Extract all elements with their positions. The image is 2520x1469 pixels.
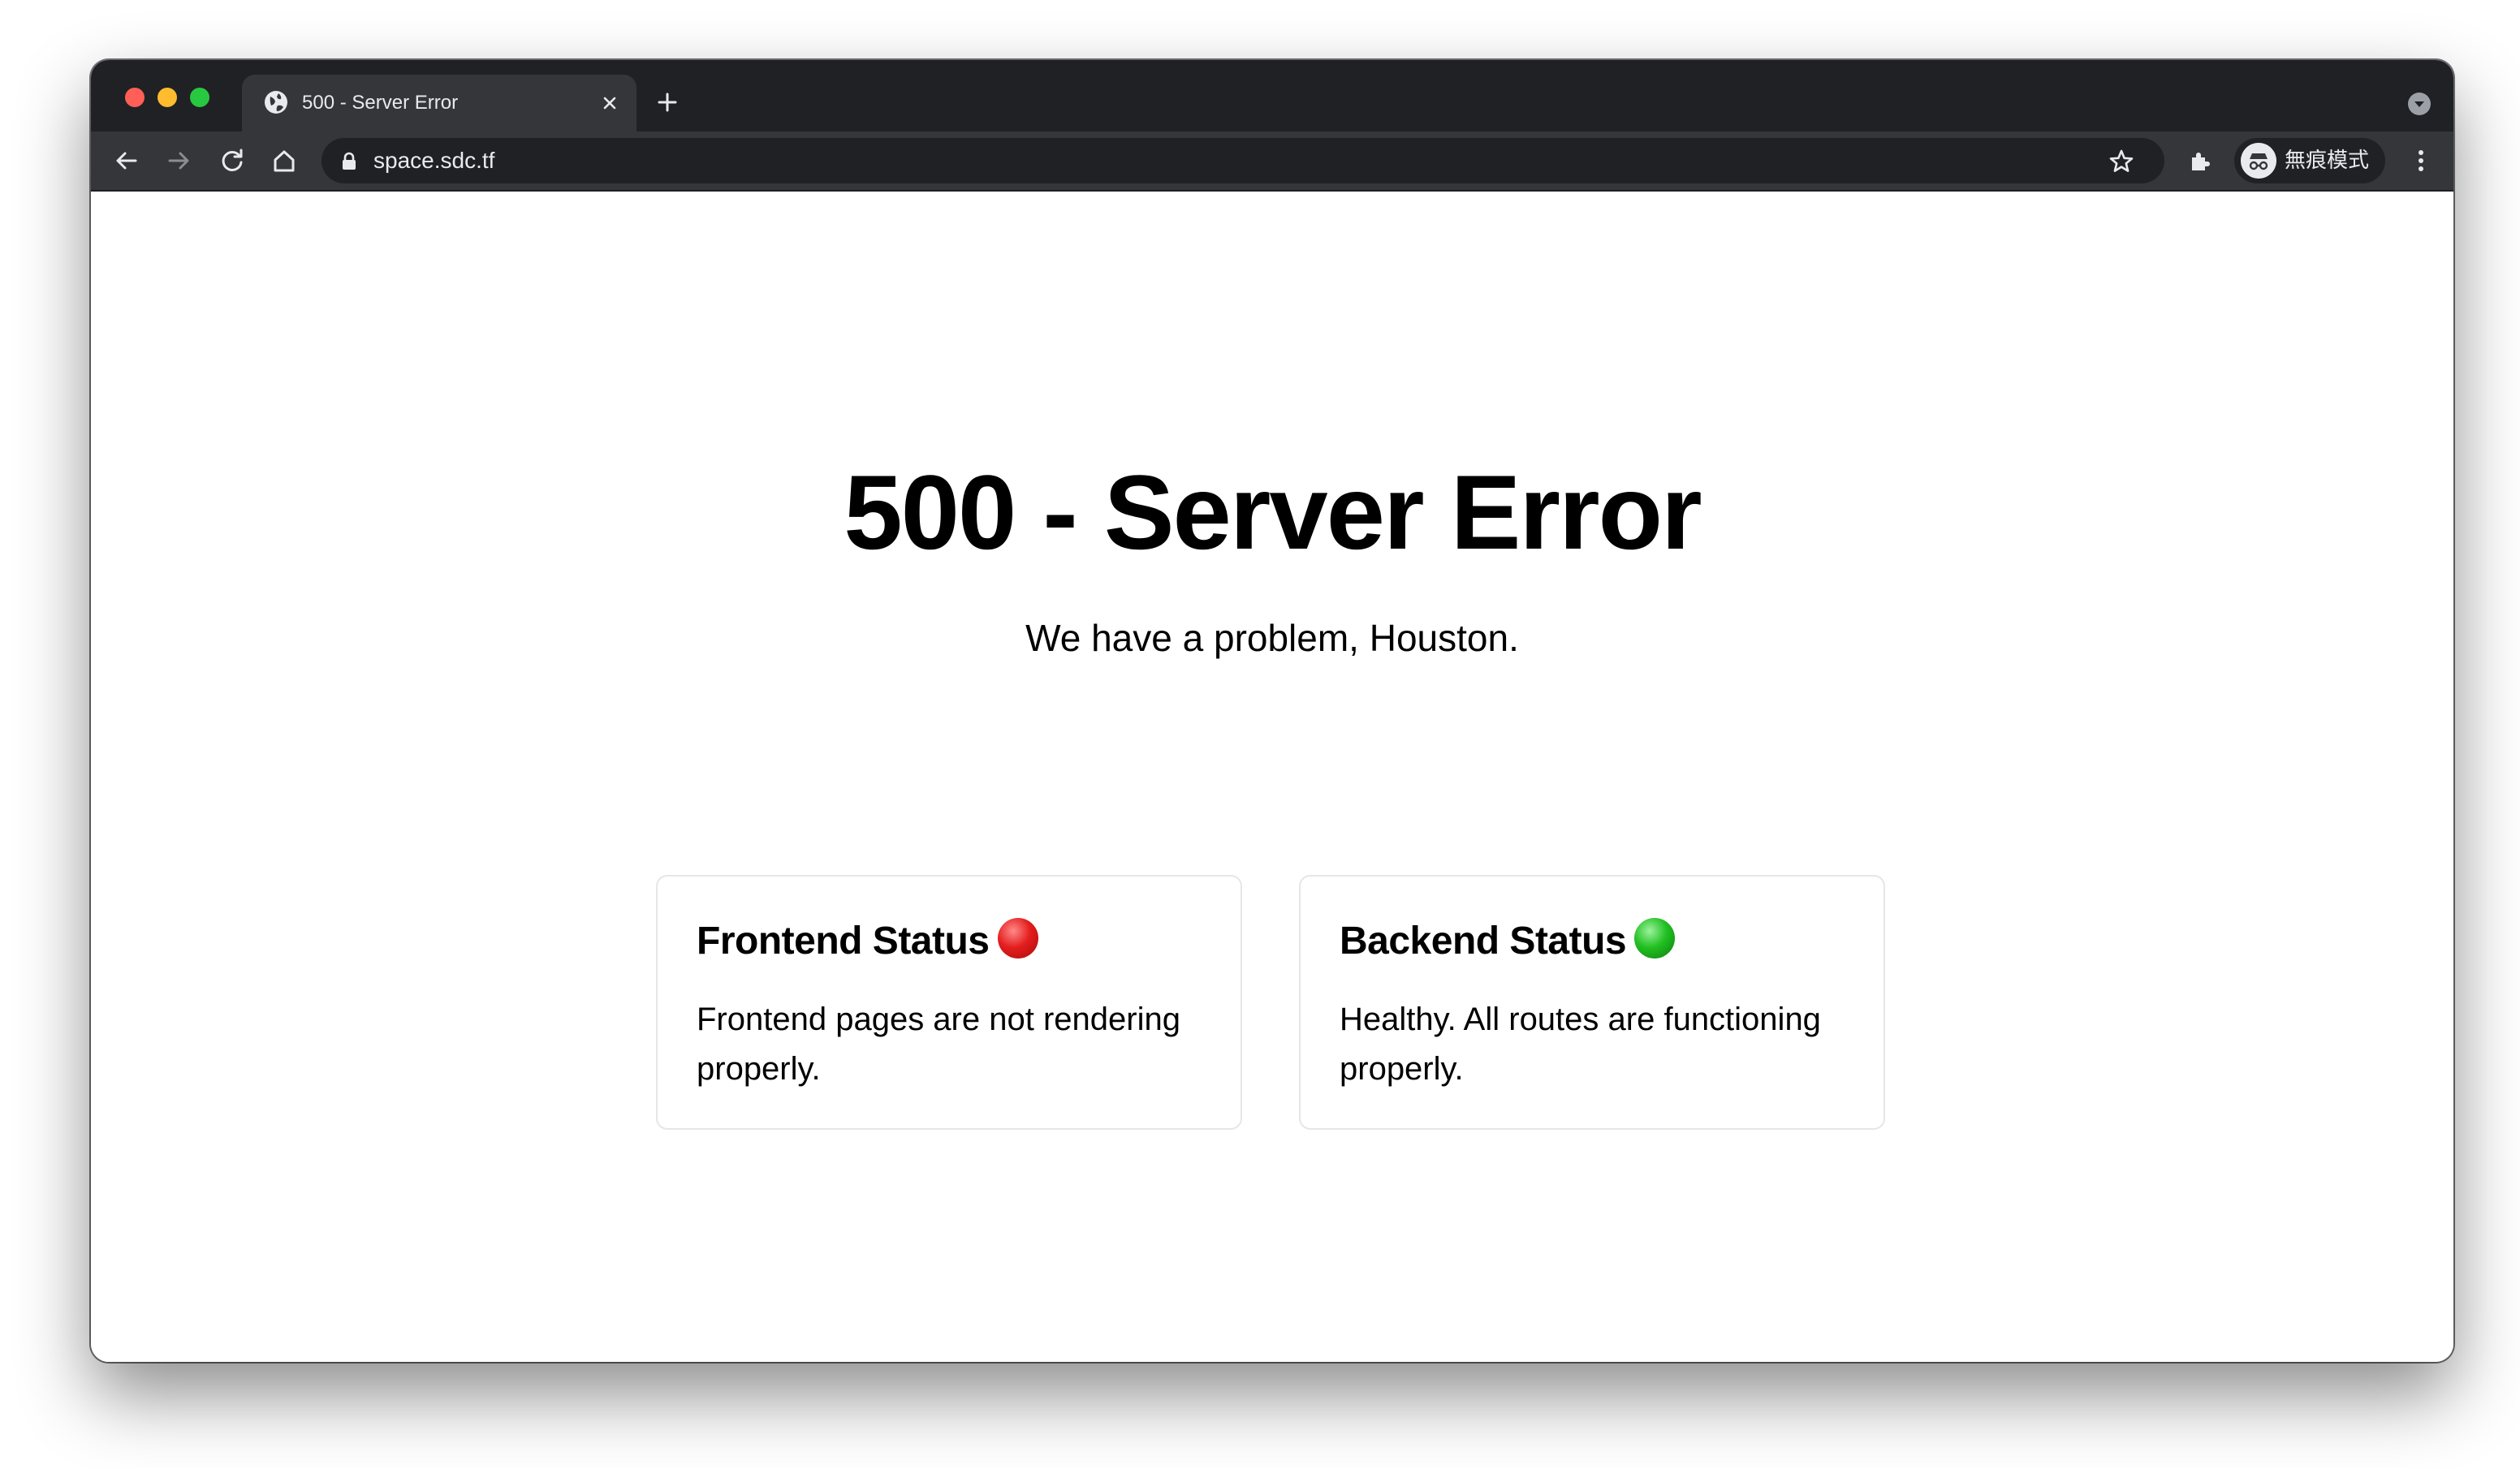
page-content: 500 - Server Error We have a problem, Ho… — [91, 192, 2453, 1362]
green-status-icon — [1634, 918, 1676, 959]
tab-strip: 500 - Server Error — [91, 60, 2453, 131]
browser-window: 500 - Server Error space.sdc.tf 無痕模式 500… — [91, 60, 2453, 1362]
close-window-button[interactable] — [125, 88, 145, 107]
page-title: 500 - Server Error — [844, 453, 1702, 571]
forward-icon[interactable] — [164, 146, 193, 175]
card-body: Healthy. All routes are functioning prop… — [1340, 1002, 1821, 1087]
profile-label: 無痕模式 — [2285, 149, 2370, 173]
page-subtitle: We have a problem, Houston. — [1025, 617, 1519, 659]
card-title-text: Frontend Status — [697, 920, 990, 963]
back-icon[interactable] — [112, 146, 141, 175]
address-bar[interactable]: space.sdc.tf — [321, 138, 2164, 183]
card-title: Frontend Status — [697, 917, 1038, 966]
tab-title: 500 - Server Error — [302, 92, 459, 114]
new-tab-icon[interactable] — [654, 89, 680, 115]
reload-icon[interactable] — [218, 146, 247, 175]
frontend-status-card: Frontend Status Frontend pages are not r… — [656, 875, 1242, 1130]
red-status-icon — [997, 918, 1038, 959]
minimize-window-button[interactable] — [158, 88, 177, 107]
home-icon[interactable] — [270, 146, 299, 175]
extensions-icon[interactable] — [2186, 146, 2215, 175]
menu-icon[interactable] — [2406, 146, 2436, 175]
tab-server-error[interactable]: 500 - Server Error — [242, 75, 636, 131]
backend-status-card: Backend Status Healthy. All routes are f… — [1299, 875, 1885, 1130]
browser-toolbar: space.sdc.tf 無痕模式 — [91, 131, 2453, 192]
close-tab-icon[interactable] — [599, 93, 620, 114]
card-title-text: Backend Status — [1340, 920, 1627, 963]
incognito-icon — [2241, 143, 2276, 179]
lock-icon[interactable] — [339, 151, 359, 172]
globe-icon — [265, 91, 287, 114]
card-body: Frontend pages are not rendering properl… — [697, 1002, 1180, 1087]
tab-search-icon[interactable] — [2406, 91, 2432, 117]
card-title: Backend Status — [1340, 917, 1676, 966]
url-text[interactable]: space.sdc.tf — [373, 148, 494, 174]
zoom-window-button[interactable] — [190, 88, 209, 107]
incognito-profile-button[interactable]: 無痕模式 — [2234, 138, 2385, 183]
star-icon[interactable] — [2108, 148, 2135, 175]
